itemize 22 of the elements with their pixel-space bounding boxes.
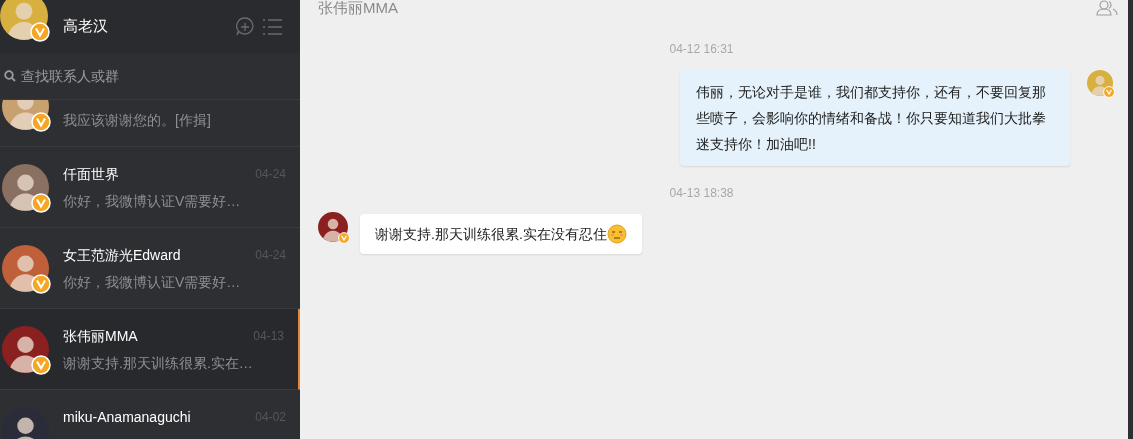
message-preview: 我应该谢谢您的。[作揖]: [63, 111, 212, 128]
search-field[interactable]: 查找联系人或群: [21, 65, 271, 87]
contact-name: 仟面世界: [63, 164, 119, 184]
avatar[interactable]: [2, 406, 49, 439]
message-preview: 你好，我微博认证V需要好…: [63, 273, 242, 290]
timestamp: 04-13 18:38: [669, 185, 734, 202]
message-bubble: 谢谢支持.那天训练很累.实在没有忍住: [360, 214, 642, 254]
conversation-item[interactable]: 我应该谢谢您的。[作揖]: [0, 100, 300, 147]
avatar[interactable]: [318, 212, 348, 242]
add-icon[interactable]: [235, 16, 255, 37]
verified-badge-icon: [338, 232, 350, 244]
contact-name: miku-Anamanaguchi: [63, 407, 191, 427]
message-bubble: 伟丽，无论对手是谁，我们都支持你，还有，不要回复那些喷子，会影响你的情绪和备战！你只要知道我们大批拳迷支持你！加油吧!!: [680, 70, 1070, 166]
timestamp: 04-12 16:31: [669, 41, 734, 58]
search-icon: [4, 70, 16, 82]
message-preview: 你好，我微博认证V需要好…: [63, 192, 242, 209]
contact-name: 张伟丽MMA: [63, 326, 138, 346]
message-preview: 谢谢支持.那天训练很累.实在…: [63, 354, 254, 371]
verified-badge-icon: [1103, 86, 1115, 98]
user-name: 高老汉: [63, 16, 108, 37]
chat-title: 张伟丽MMA: [318, 0, 398, 16]
contact-name: 女王范游光Edward: [63, 245, 181, 265]
